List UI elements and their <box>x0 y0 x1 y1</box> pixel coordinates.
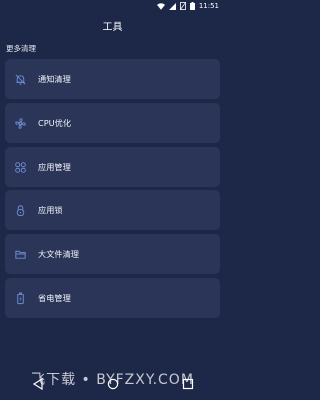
signal-icon <box>168 2 176 10</box>
fan-icon <box>13 116 27 130</box>
wifi-icon <box>156 2 165 10</box>
status-time: 11:51 <box>198 2 219 10</box>
watermark: 飞下载 • BYFZXY.COM <box>31 372 194 388</box>
tool-label: 大文件清理 <box>38 249 79 259</box>
folder-icon <box>13 247 27 261</box>
tool-card-large-file-clean[interactable]: 大文件清理 <box>5 234 220 274</box>
bell-icon <box>13 72 27 86</box>
tool-card-notification-clean[interactable]: 通知清理 <box>5 59 220 99</box>
tool-label: 应用管理 <box>38 162 71 172</box>
tool-label: CPU优化 <box>38 118 72 128</box>
tool-label: 应用锁 <box>38 205 63 215</box>
tool-label: 省电管理 <box>38 293 71 303</box>
apps-grid-icon <box>13 160 27 174</box>
battery-icon <box>13 291 27 305</box>
no-sim-icon <box>179 2 186 10</box>
tool-card-cpu-optimize[interactable]: CPU优化 <box>5 103 220 143</box>
battery-icon <box>189 2 195 10</box>
status-bar: 11:51 <box>0 0 225 12</box>
tool-card-power-saving[interactable]: 省电管理 <box>5 278 220 318</box>
tool-label: 通知清理 <box>38 74 71 84</box>
section-label: 更多清理 <box>6 44 36 53</box>
tool-card-app-lock[interactable]: 应用锁 <box>5 190 220 230</box>
page-title: 工具 <box>102 22 123 33</box>
tool-card-app-manager[interactable]: 应用管理 <box>5 147 220 187</box>
lock-icon <box>13 203 27 217</box>
